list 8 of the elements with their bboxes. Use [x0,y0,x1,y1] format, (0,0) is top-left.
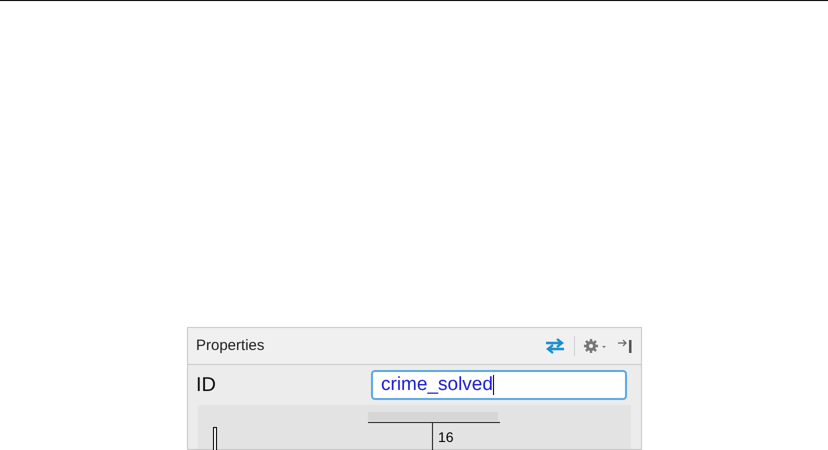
margin-value[interactable]: 16 [438,430,454,444]
settings-icon[interactable] [583,338,609,354]
id-input-field[interactable]: crime_solved [371,370,627,400]
margin-handle-icon[interactable] [213,427,217,450]
swap-arrows-icon[interactable] [544,338,566,354]
id-label: ID [196,373,217,398]
pin-right-icon[interactable] [617,338,633,354]
panel-title: Properties [196,336,264,356]
